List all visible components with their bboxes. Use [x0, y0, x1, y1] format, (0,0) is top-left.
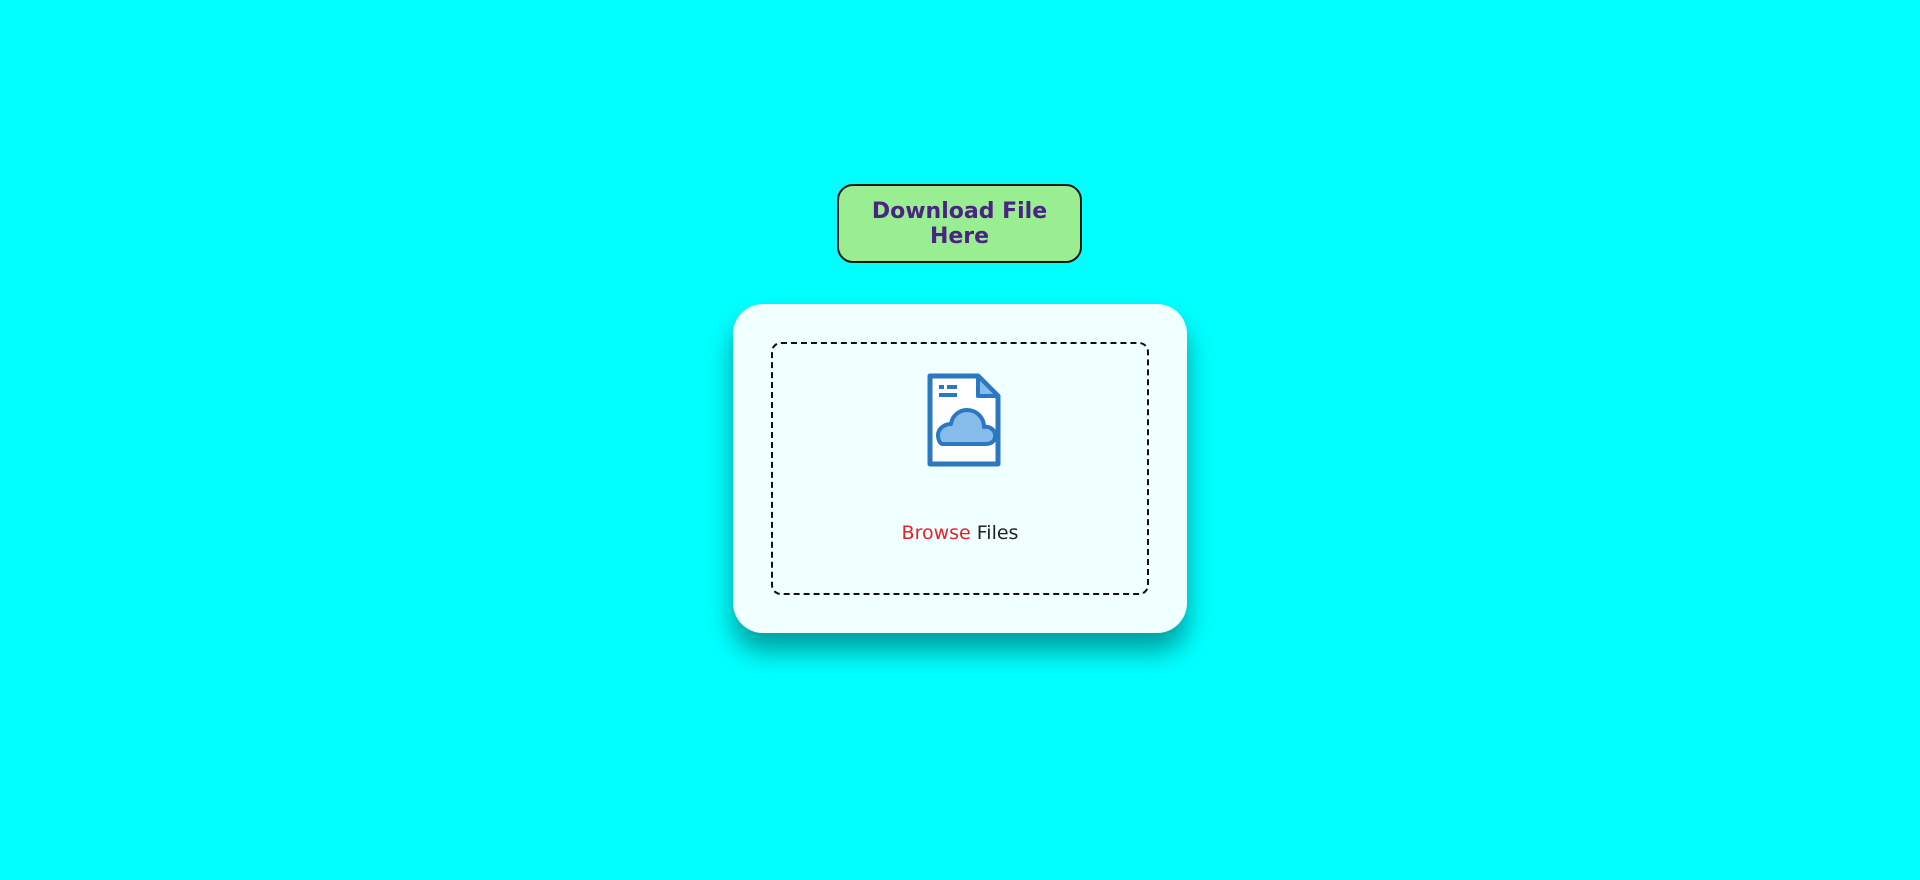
- cloud-file-icon: [927, 373, 1001, 467]
- files-text: Files: [976, 522, 1019, 544]
- file-drop-zone[interactable]: Browse Files: [771, 342, 1149, 595]
- page: Download File Here Browse Files: [0, 0, 1920, 880]
- download-file-button[interactable]: Download File Here: [837, 184, 1082, 263]
- upload-card: Browse Files: [733, 304, 1187, 633]
- browse-files-label: Browse Files: [773, 522, 1147, 544]
- browse-link[interactable]: Browse: [902, 522, 971, 544]
